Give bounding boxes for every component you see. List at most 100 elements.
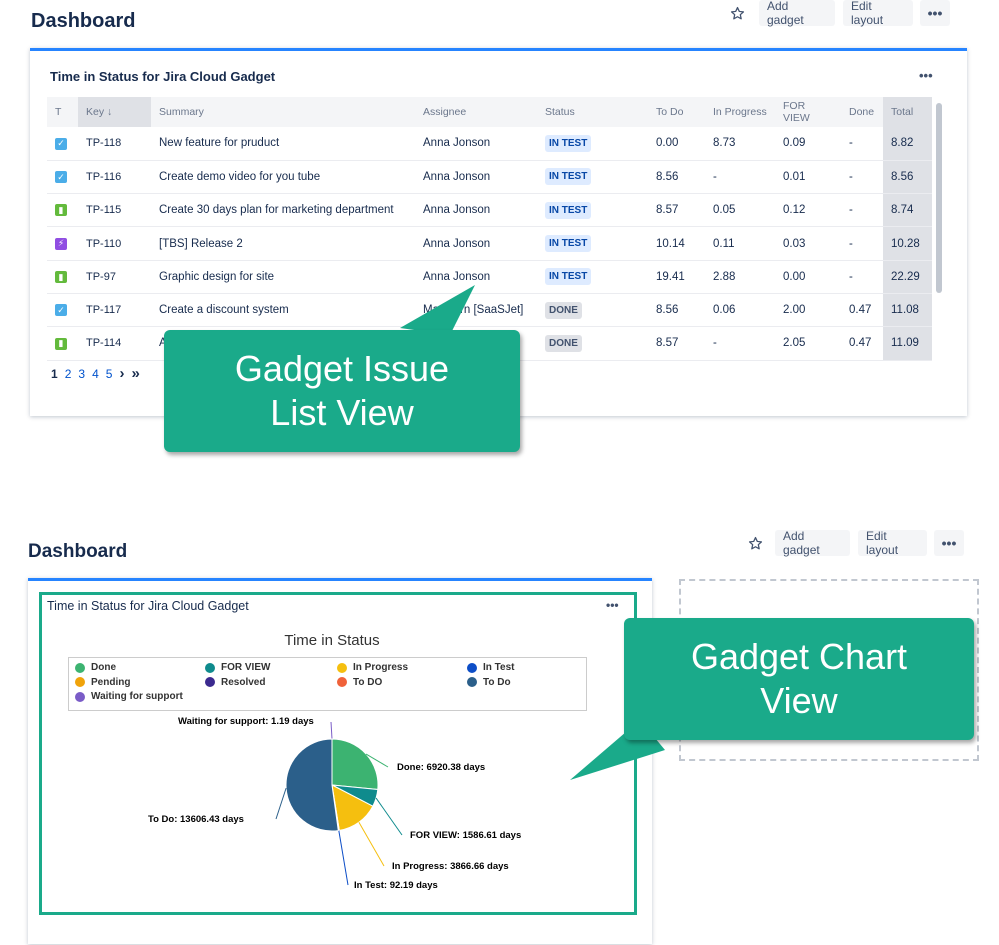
data-label: FOR VIEW: 1586.61 days xyxy=(410,830,521,841)
gadget-more-button[interactable]: ••• xyxy=(919,68,933,83)
task-icon: ✓ xyxy=(55,171,67,184)
legend-item[interactable]: To DO xyxy=(337,677,382,688)
pie-slice[interactable] xyxy=(331,738,379,791)
connector-line xyxy=(275,787,287,820)
legend-label: To DO xyxy=(353,676,383,688)
edit-layout-button-2[interactable]: Edit layout xyxy=(858,529,927,557)
total-cell: 11.09 xyxy=(883,326,932,361)
status-badge: DONE xyxy=(545,301,582,319)
legend-swatch xyxy=(337,662,347,673)
legend-item[interactable]: FOR VIEW xyxy=(205,662,270,673)
issue-key[interactable]: TP-116 xyxy=(78,160,151,195)
col-status[interactable]: Status xyxy=(537,97,648,127)
col-todo[interactable]: To Do xyxy=(648,97,705,127)
status-cell: IN TEST xyxy=(537,260,648,294)
issue-summary[interactable]: Create a discount system xyxy=(151,293,415,328)
more-actions-button-2[interactable]: ••• xyxy=(934,530,964,556)
edit-layout-button[interactable]: Edit layout xyxy=(843,0,913,27)
page-4[interactable]: 4 xyxy=(92,367,99,381)
epic-icon: ⚡ xyxy=(55,237,67,250)
connector-line xyxy=(358,822,385,867)
status-badge: IN TEST xyxy=(545,168,592,186)
add-gadget-button-2[interactable]: Add gadget xyxy=(775,529,850,557)
table-row[interactable]: ✓ TP-118 New feature for pruduct Anna Jonso… xyxy=(47,127,932,161)
col-total[interactable]: Total xyxy=(883,97,932,127)
data-label: In Test: 92.19 days xyxy=(354,880,438,891)
issue-assignee[interactable]: Anna Jonson xyxy=(415,193,537,228)
legend-item[interactable]: To Do xyxy=(467,677,511,688)
col-type[interactable]: T xyxy=(47,97,78,127)
more-actions-button[interactable]: ••• xyxy=(920,0,950,26)
type-cell: ✓ xyxy=(47,160,78,195)
table-row[interactable]: ▮ TP-115 Create 30 days plan for marketing… xyxy=(47,193,932,228)
type-cell: ⚡ xyxy=(47,226,78,261)
col-key[interactable]: Key ↓ xyxy=(78,97,151,127)
forview-cell: 2.05 xyxy=(775,326,841,361)
issue-key[interactable]: TP-117 xyxy=(78,293,151,328)
page-5[interactable]: 5 xyxy=(106,367,113,381)
legend-item[interactable]: Done xyxy=(75,662,116,673)
legend-swatch xyxy=(467,662,477,673)
table-scrollbar[interactable] xyxy=(936,103,942,293)
done-cell: - xyxy=(841,193,883,228)
table-row[interactable]: ⚡ TP-110 [TBS] Release 2 Anna Jonson IN TEST… xyxy=(47,226,932,261)
gadget-more-button-2[interactable]: ••• xyxy=(606,598,619,612)
legend-item[interactable]: Waiting for support xyxy=(75,691,183,702)
inprogress-cell: 0.11 xyxy=(705,226,775,261)
issue-summary[interactable]: Create 30 days plan for marketing depart… xyxy=(151,193,415,228)
page-3[interactable]: 3 xyxy=(78,367,85,381)
story-icon: ▮ xyxy=(55,271,67,284)
issue-summary[interactable]: Graphic design for site xyxy=(151,260,415,294)
legend-item[interactable]: Pending xyxy=(75,677,130,688)
issue-key[interactable]: TP-118 xyxy=(78,127,151,161)
pie-slice[interactable] xyxy=(285,738,339,832)
legend-item[interactable]: In Test xyxy=(467,662,514,673)
status-cell: IN TEST xyxy=(537,127,648,161)
callout-line-1: Gadget Issue xyxy=(234,348,450,389)
done-cell: - xyxy=(841,260,883,294)
next-page-icon[interactable]: › xyxy=(119,365,124,382)
page-1[interactable]: 1 xyxy=(51,367,58,381)
legend-label: FOR VIEW xyxy=(221,662,271,673)
col-summary[interactable]: Summary xyxy=(151,97,415,127)
issue-summary[interactable]: [TBS] Release 2 xyxy=(151,226,415,261)
todo-cell: 19.41 xyxy=(648,260,705,294)
inprogress-cell: 0.05 xyxy=(705,193,775,228)
legend-item[interactable]: Resolved xyxy=(205,677,265,688)
chart-title: Time in Status xyxy=(284,632,380,649)
col-forview[interactable]: FOR VIEW xyxy=(775,97,841,127)
issue-assignee[interactable]: Anna Jonson xyxy=(415,226,537,261)
issue-key[interactable]: TP-110 xyxy=(78,226,151,261)
issue-summary[interactable]: New feature for pruduct xyxy=(151,127,415,161)
star-icon xyxy=(730,6,744,19)
col-inprogress[interactable]: In Progress xyxy=(705,97,775,127)
done-cell: - xyxy=(841,127,883,161)
type-cell: ✓ xyxy=(47,293,78,328)
inprogress-cell: 0.06 xyxy=(705,293,775,328)
star-button[interactable] xyxy=(724,0,750,26)
status-badge: IN TEST xyxy=(545,134,592,152)
issue-key[interactable]: TP-114 xyxy=(78,326,151,361)
add-gadget-button[interactable]: Add gadget xyxy=(759,0,835,27)
issue-key[interactable]: TP-115 xyxy=(78,193,151,228)
legend-item[interactable]: In Progress xyxy=(337,662,408,673)
col-done[interactable]: Done xyxy=(841,97,883,127)
chart-legend: Done FOR VIEW In Progress In Test Pending Res… xyxy=(68,657,587,711)
issue-summary[interactable]: Create demo video for you tube xyxy=(151,160,415,195)
col-assignee[interactable]: Assignee xyxy=(415,97,537,127)
page-2[interactable]: 2 xyxy=(65,367,72,381)
total-cell: 22.29 xyxy=(883,260,932,294)
star-button-2[interactable] xyxy=(742,530,768,556)
issue-key[interactable]: TP-97 xyxy=(78,260,151,294)
type-cell: ▮ xyxy=(47,326,78,361)
forview-cell: 0.09 xyxy=(775,127,841,161)
last-page-icon[interactable]: » xyxy=(131,365,139,382)
issue-assignee[interactable]: Anna Jonson xyxy=(415,160,537,195)
callout-line-3: Gadget Chart xyxy=(690,636,908,677)
issue-assignee[interactable]: Anna Jonson xyxy=(415,127,537,161)
status-badge: IN TEST xyxy=(545,235,592,253)
table-row[interactable]: ✓ TP-116 Create demo video for you tube Ann… xyxy=(47,160,932,195)
total-cell: 8.82 xyxy=(883,127,932,161)
pie-chart: Waiting for support: 1.19 days Done: 6920… xyxy=(148,716,521,891)
data-label: Done: 6920.38 days xyxy=(397,762,485,773)
